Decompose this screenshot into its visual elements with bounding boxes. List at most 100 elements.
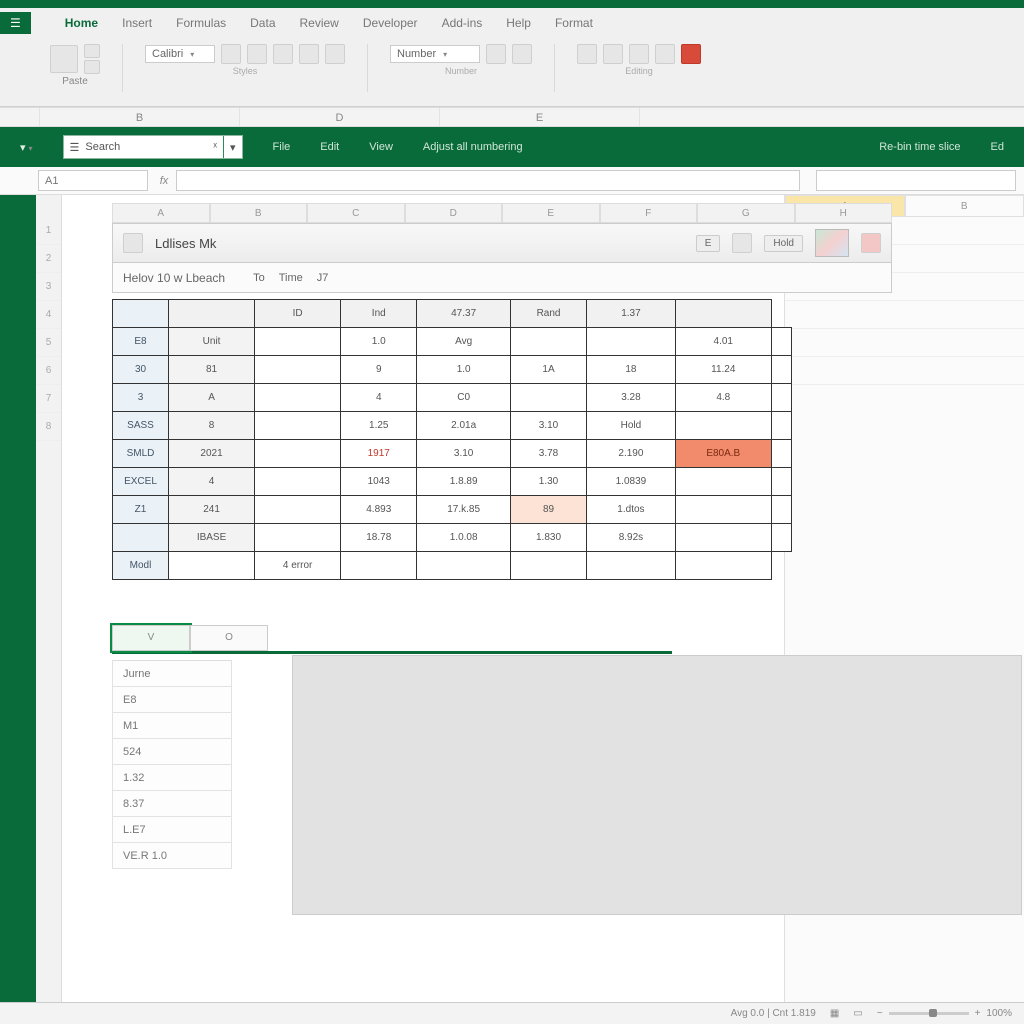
cell[interactable]: 2.190 (587, 440, 676, 468)
menu-item[interactable]: Adjust all numbering (423, 141, 523, 153)
find-icon[interactable] (629, 44, 649, 64)
tab-developer[interactable]: Developer (363, 16, 418, 30)
fx-icon[interactable]: fx (152, 167, 176, 194)
menu-item[interactable]: Edit (320, 141, 339, 153)
col-header[interactable]: B (210, 203, 308, 223)
cell[interactable]: 3.78 (510, 440, 586, 468)
comma-icon[interactable] (512, 44, 532, 64)
zoom-in-icon[interactable]: + (975, 1008, 981, 1019)
col-header[interactable]: D (240, 108, 440, 126)
row-label[interactable]: E8 (113, 328, 169, 356)
col-header[interactable]: B (40, 108, 240, 126)
cell[interactable]: 3.10 (417, 440, 511, 468)
font-name-selector[interactable]: Calibri (145, 45, 215, 63)
view-layout-icon[interactable]: ▭ (853, 1008, 862, 1019)
tab-insert[interactable]: Insert (122, 16, 152, 30)
fill-color-icon[interactable] (299, 44, 319, 64)
menu-item[interactable]: Re-bin time slice (879, 141, 960, 153)
chip[interactable]: E (696, 235, 721, 252)
cell[interactable]: 241 (169, 496, 255, 524)
list-item[interactable]: M1 (112, 713, 232, 739)
list-item[interactable]: 524 (112, 739, 232, 765)
tab-data[interactable]: Data (250, 16, 275, 30)
row-header[interactable]: 5 (36, 329, 61, 357)
table-header[interactable]: ID (255, 300, 341, 328)
footer-cell[interactable]: Modl (113, 552, 169, 580)
underline-icon[interactable] (273, 44, 293, 64)
cell[interactable]: 4 (341, 384, 417, 412)
record-icon[interactable] (681, 44, 701, 64)
cell[interactable]: 1A (510, 356, 586, 384)
menu-item[interactable]: File (273, 141, 291, 153)
cell[interactable] (255, 412, 341, 440)
preview-thumb[interactable] (815, 229, 849, 257)
row-label[interactable]: Z1 (113, 496, 169, 524)
row-label[interactable]: 30 (113, 356, 169, 384)
footer-cell[interactable] (417, 552, 511, 580)
sub-chip[interactable]: J7 (317, 272, 329, 284)
cell[interactable]: 1.0839 (587, 468, 676, 496)
cell[interactable]: Unit (169, 328, 255, 356)
cell[interactable]: A (169, 384, 255, 412)
menu-dropdown[interactable]: ▾ (20, 141, 33, 154)
bold-icon[interactable] (221, 44, 241, 64)
cell[interactable] (771, 328, 791, 356)
cell[interactable] (510, 384, 586, 412)
cell[interactable] (675, 496, 771, 524)
cell[interactable] (771, 468, 791, 496)
list-item[interactable]: 1.32 (112, 765, 232, 791)
cell[interactable]: 18 (587, 356, 676, 384)
cell[interactable]: 1.8.89 (417, 468, 511, 496)
cell[interactable]: 11.24 (675, 356, 771, 384)
tab-formulas[interactable]: Formulas (176, 16, 226, 30)
col-header[interactable]: B (905, 195, 1024, 217)
col-header[interactable]: D (405, 203, 503, 223)
cell[interactable]: 1917 (341, 440, 417, 468)
view-normal-icon[interactable]: ▦ (830, 1008, 839, 1019)
cell[interactable] (255, 328, 341, 356)
cell[interactable]: Hold (587, 412, 676, 440)
table-header[interactable]: Rand (510, 300, 586, 328)
table-header[interactable]: 1.37 (587, 300, 676, 328)
tab-review[interactable]: Review (300, 16, 339, 30)
row-label[interactable]: 3 (113, 384, 169, 412)
menu-item[interactable]: Ed (991, 141, 1004, 153)
cell[interactable]: 3.28 (587, 384, 676, 412)
copy-icon[interactable] (84, 60, 100, 74)
tab-format[interactable]: Format (555, 16, 593, 30)
cell[interactable] (255, 468, 341, 496)
footer-cell[interactable] (675, 552, 771, 580)
search-input[interactable]: ☰ Search ˣ ▾ (63, 135, 243, 159)
mini-col-selected[interactable]: V (112, 625, 190, 651)
cell[interactable] (255, 384, 341, 412)
cell[interactable]: 2.01a (417, 412, 511, 440)
row-label[interactable]: SASS (113, 412, 169, 440)
row-header[interactable]: 6 (36, 357, 61, 385)
cell[interactable] (771, 356, 791, 384)
row-header[interactable]: 3 (36, 273, 61, 301)
cell[interactable]: 81 (169, 356, 255, 384)
cell[interactable]: 1.0.08 (417, 524, 511, 552)
cell[interactable] (771, 412, 791, 440)
col-header[interactable]: C (307, 203, 405, 223)
list-item[interactable]: 8.37 (112, 791, 232, 817)
cell[interactable]: C0 (417, 384, 511, 412)
italic-icon[interactable] (247, 44, 267, 64)
cell[interactable]: 3.10 (510, 412, 586, 440)
cell[interactable]: E80A.B (675, 440, 771, 468)
cell[interactable]: 89 (510, 496, 586, 524)
cell[interactable] (255, 356, 341, 384)
paste-icon[interactable] (50, 45, 78, 73)
clear-icon[interactable] (655, 44, 675, 64)
col-header[interactable]: E (440, 108, 640, 126)
cell[interactable]: 17.k.85 (417, 496, 511, 524)
row-label[interactable]: SMLD (113, 440, 169, 468)
table-header[interactable] (675, 300, 771, 328)
footer-cell[interactable] (341, 552, 417, 580)
cell[interactable]: 4.8 (675, 384, 771, 412)
row-header[interactable]: 2 (36, 245, 61, 273)
cell[interactable] (771, 384, 791, 412)
row-header[interactable]: 1 (36, 217, 61, 245)
cell[interactable]: 1.0 (417, 356, 511, 384)
list-item[interactable]: VE.R 1.0 (112, 843, 232, 869)
